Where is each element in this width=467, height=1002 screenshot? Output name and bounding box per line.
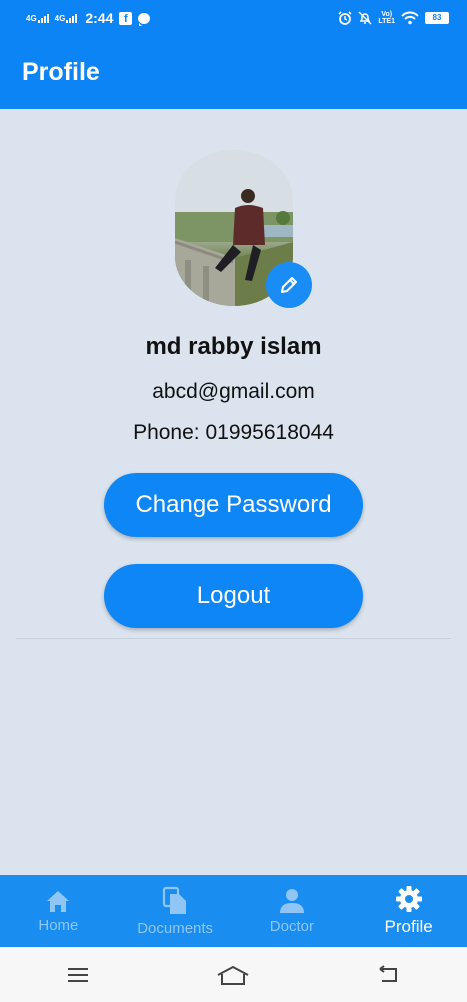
nav-label-documents: Documents (137, 919, 214, 937)
change-password-button[interactable]: Change Password (104, 473, 363, 537)
signal-1-icon: 4G (26, 13, 49, 23)
recent-apps-button[interactable] (58, 960, 98, 990)
pencil-icon (281, 277, 297, 293)
user-phone: Phone: 01995618044 (133, 421, 334, 444)
status-time: 2:44 (85, 10, 114, 26)
nav-label-home: Home (38, 916, 79, 934)
home-outline-icon (218, 965, 249, 985)
lte-label: LTE1 (378, 18, 395, 25)
nav-item-home[interactable]: Home (0, 875, 117, 947)
volte-indicator: Vo) LTE1 (378, 11, 395, 25)
user-email: abcd@gmail.com (152, 380, 315, 403)
status-left: 4G 4G 2:44 f (26, 10, 151, 26)
gear-icon (395, 886, 422, 912)
signal-2-icon: 4G (54, 13, 78, 23)
app-bar: Profile (0, 36, 467, 109)
facebook-icon: f (119, 11, 133, 25)
battery-icon: 83 (425, 12, 449, 24)
documents-icon (163, 886, 187, 914)
bottom-nav: Home Documents Doctor Profile (0, 875, 467, 947)
nav-item-doctor[interactable]: Doctor (234, 875, 351, 947)
signal-2-label: 4G (54, 13, 66, 23)
back-button[interactable] (369, 960, 409, 990)
volte-label: Vo) (381, 11, 393, 18)
nav-item-documents[interactable]: Documents (117, 875, 234, 947)
edit-avatar-button[interactable] (266, 262, 312, 308)
divider (16, 638, 451, 639)
page-title: Profile (22, 58, 100, 86)
messenger-icon (138, 12, 151, 26)
nav-item-profile[interactable]: Profile (350, 875, 467, 947)
person-icon (279, 888, 304, 913)
home-system-button[interactable] (213, 960, 253, 990)
wifi-icon (401, 11, 419, 25)
home-icon (47, 890, 70, 912)
signal-1-label: 4G (26, 13, 37, 23)
avatar-container (175, 150, 312, 308)
system-nav-bar (0, 947, 467, 1002)
back-icon (379, 964, 398, 982)
menu-icon (67, 967, 88, 982)
alarm-icon (338, 11, 352, 25)
user-name: md rabby islam (145, 333, 322, 360)
status-bar: 4G 4G 2:44 f Vo) LTE1 83 (0, 0, 467, 36)
mute-bell-icon (358, 11, 372, 25)
nav-label-profile: Profile (384, 917, 433, 936)
logout-button[interactable]: Logout (104, 564, 363, 628)
nav-label-doctor: Doctor (269, 917, 314, 935)
status-right: Vo) LTE1 83 (338, 11, 449, 25)
